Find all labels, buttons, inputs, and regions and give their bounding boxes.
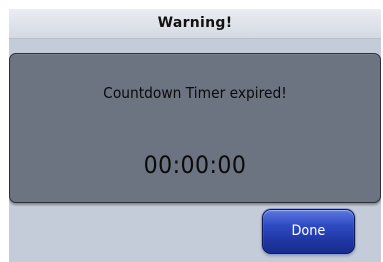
done-button[interactable]: Done <box>262 209 355 254</box>
timer-readout: 00:00:00 <box>143 151 247 179</box>
message-panel: Countdown Timer expired! 00:00:00 <box>9 53 381 203</box>
warning-dialog: Warning! Countdown Timer expired! 00:00:… <box>9 9 381 262</box>
timer-expired-message: Countdown Timer expired! <box>103 84 287 102</box>
done-button-label: Done <box>291 223 326 239</box>
dialog-title: Warning! <box>9 9 381 39</box>
